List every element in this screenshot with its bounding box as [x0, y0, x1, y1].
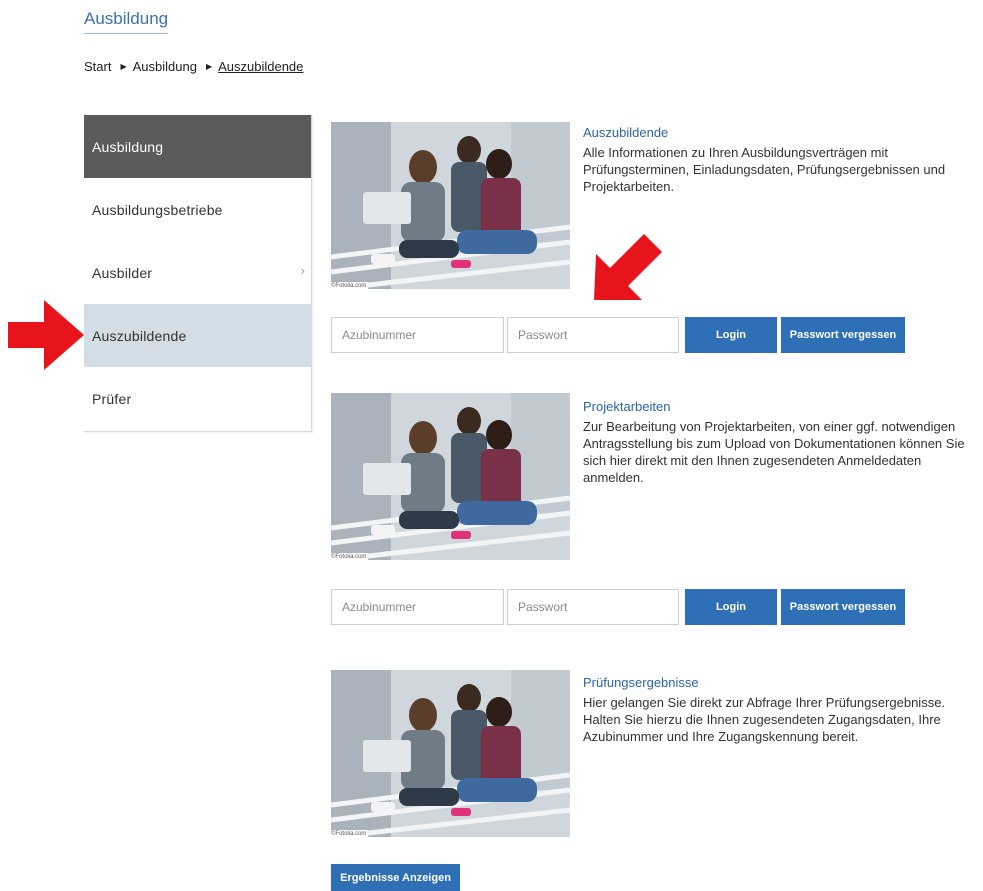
students-photo-illustration — [331, 122, 570, 289]
login-button[interactable]: Login — [685, 589, 777, 625]
red-arrow-annotation-icon — [8, 300, 84, 370]
breadcrumb-current[interactable]: Auszubildende — [218, 59, 303, 74]
password-input[interactable] — [507, 317, 679, 353]
students-photo: ©Fotolia.com — [331, 670, 570, 837]
students-photo: ©Fotolia.com — [331, 393, 570, 560]
sidebar-item-ausbilder[interactable]: Ausbilder › — [84, 241, 311, 304]
forgot-password-button[interactable]: Passwort vergessen — [781, 589, 905, 625]
section-description: Alle Informationen zu Ihren Ausbildungsv… — [583, 145, 946, 194]
students-photo-illustration — [331, 393, 570, 560]
students-photo: ©Fotolia.com — [331, 122, 570, 289]
breadcrumb-start[interactable]: Start — [84, 59, 111, 74]
breadcrumb-separator-icon: ▶ — [205, 62, 213, 71]
image-credit: ©Fotolia.com — [331, 553, 369, 560]
section-title-pruefungsergebnisse[interactable]: Prüfungsergebnisse — [583, 675, 699, 690]
azubinummer-input[interactable] — [331, 317, 504, 353]
page-title: Ausbildung — [84, 9, 169, 34]
chevron-right-icon: › — [300, 263, 305, 278]
image-credit: ©Fotolia.com — [331, 830, 369, 837]
login-button[interactable]: Login — [685, 317, 777, 353]
sidebar-item-ausbildung[interactable]: Ausbildung — [84, 115, 311, 178]
image-credit: ©Fotolia.com — [331, 282, 369, 289]
sidebar-item-pruefer[interactable]: Prüfer — [84, 367, 311, 430]
breadcrumb: Start ▶ Ausbildung ▶ Auszubildende — [84, 59, 303, 74]
sidebar-item-ausbildungsbetriebe[interactable]: Ausbildungsbetriebe — [84, 178, 311, 241]
show-results-button[interactable]: Ergebnisse Anzeigen — [331, 864, 460, 891]
section-title-auszubildende[interactable]: Auszubildende — [583, 125, 668, 140]
password-input[interactable] — [507, 589, 679, 625]
sidebar-item-label: Ausbildung — [92, 138, 164, 155]
section-description: Zur Bearbeitung von Projektarbeiten, von… — [583, 419, 965, 485]
sidebar-item-label: Auszubildende — [92, 327, 187, 344]
sidebar-nav: Ausbildung Ausbildungsbetriebe Ausbilder… — [84, 115, 312, 432]
breadcrumb-ausbildung[interactable]: Ausbildung — [133, 59, 197, 74]
section-description: Hier gelangen Sie direkt zur Abfrage Ihr… — [583, 695, 946, 744]
sidebar-item-label: Ausbildungsbetriebe — [92, 201, 223, 218]
forgot-password-button[interactable]: Passwort vergessen — [781, 317, 905, 353]
sidebar-item-label: Ausbilder — [92, 264, 153, 281]
students-photo-illustration — [331, 670, 570, 837]
section-title-projektarbeiten[interactable]: Projektarbeiten — [583, 399, 670, 414]
red-arrow-annotation-icon — [594, 234, 662, 300]
sidebar-item-auszubildende[interactable]: Auszubildende — [84, 304, 311, 367]
breadcrumb-separator-icon: ▶ — [120, 62, 127, 71]
sidebar-item-label: Prüfer — [92, 390, 132, 407]
azubinummer-input[interactable] — [331, 589, 504, 625]
